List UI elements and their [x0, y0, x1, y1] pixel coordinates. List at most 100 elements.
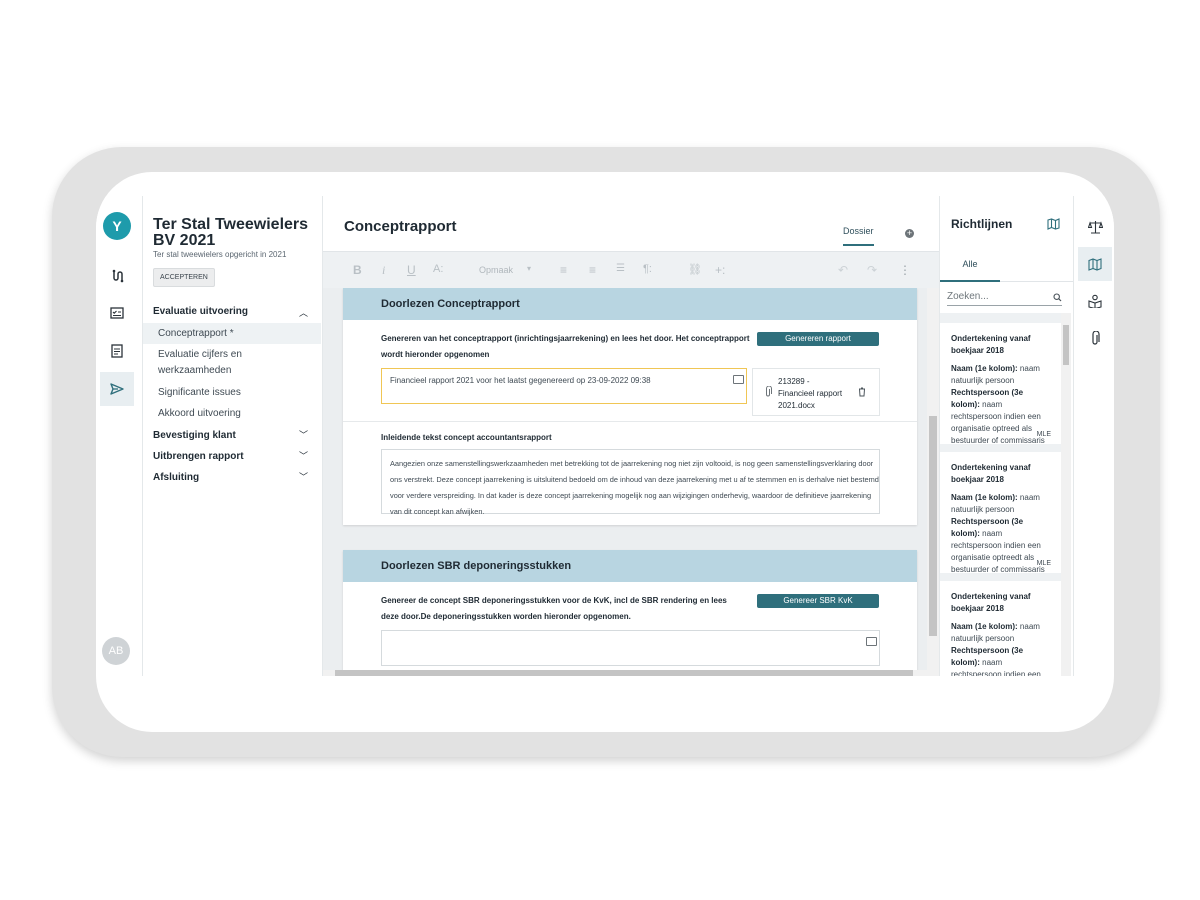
guidelines-scrollbar[interactable] — [1061, 313, 1071, 676]
chevron-up-icon[interactable]: ︿ — [299, 306, 308, 319]
app-window: Y AB Ter Stal Tweewielers BV 2021 Ter st… — [96, 196, 1114, 676]
scale-icon — [1087, 221, 1103, 234]
comment-icon[interactable] — [866, 637, 877, 646]
font-size-button[interactable]: A: — [433, 263, 443, 275]
list-button[interactable]: ☰ — [616, 263, 625, 274]
main-panel: Conceptrapport Dossier + B i U A: Opmaak… — [323, 196, 939, 676]
report-status-text: Financieel rapport 2021 voor het laatst … — [390, 376, 651, 385]
guidelines-tabs: Alle — [940, 251, 1073, 282]
insert-button[interactable]: +: — [715, 263, 725, 277]
guideline-label: Naam (1e kolom): — [951, 622, 1018, 631]
italic-button[interactable]: i — [382, 263, 385, 278]
nav-item-significante-issues[interactable]: Significante issues — [158, 385, 241, 401]
guideline-label: Naam (1e kolom): — [951, 493, 1018, 502]
page-title: Conceptrapport — [344, 218, 457, 235]
accept-button[interactable]: ACCEPTEREN — [153, 268, 215, 287]
more-button[interactable]: ⋮ — [899, 263, 911, 277]
trash-icon[interactable] — [858, 387, 866, 397]
nav-item-evaluatie-cijfers[interactable]: Evaluatie cijfers en werkzaamheden — [158, 347, 253, 379]
scale-button[interactable] — [1078, 210, 1112, 244]
generate-report-button[interactable]: Genereren rapport — [757, 332, 879, 346]
book-user-button[interactable] — [1078, 284, 1112, 318]
card-sbr-deponering: Doorlezen SBR deponeringsstukken Generee… — [343, 550, 917, 670]
report-status-field[interactable]: Financieel rapport 2021 voor het laatst … — [381, 368, 747, 404]
book-user-icon — [1088, 294, 1102, 308]
chevron-down-icon[interactable]: ﹀ — [299, 449, 308, 462]
nav-item-conceptrapport[interactable]: Conceptrapport * — [158, 326, 234, 342]
guideline-card[interactable]: Ondertekening vanaf boekjaar 2018 Naam (… — [940, 581, 1061, 676]
sbr-status-field[interactable] — [381, 630, 880, 666]
undo-button[interactable]: ↶ — [838, 263, 848, 277]
right-icon-rail — [1073, 196, 1114, 676]
map-icon[interactable] — [1047, 218, 1060, 230]
scrollbar-thumb[interactable] — [929, 416, 937, 636]
divider — [343, 421, 917, 422]
format-dropdown[interactable]: Opmaak — [479, 265, 513, 275]
file-name: 213289 - Financieel rapport 2021.docx — [778, 377, 843, 410]
redo-button[interactable]: ↷ — [867, 263, 877, 277]
paragraph-button[interactable]: ¶: — [643, 263, 652, 275]
guideline-title: Ondertekening vanaf boekjaar 2018 — [951, 334, 1031, 355]
nav-item-akkoord-uitvoering[interactable]: Akkoord uitvoering — [158, 406, 241, 422]
generate-sbr-button[interactable]: Genereer SBR KvK — [757, 594, 879, 608]
send-button[interactable] — [100, 372, 134, 406]
chevron-down-icon[interactable]: ▾ — [527, 264, 531, 273]
editor-toolbar: B i U A: Opmaak ▾ ≡ ≡ ☰ ¶: ⛓ +: ↶ ↷ ⋮ — [323, 251, 939, 289]
send-icon — [110, 383, 124, 395]
horizontal-scrollbar[interactable] — [323, 670, 939, 676]
nav-section-evaluatie-uitvoering[interactable]: Evaluatie uitvoering — [153, 306, 248, 317]
comment-icon[interactable] — [733, 375, 744, 384]
card-header: Doorlezen Conceptrapport — [343, 288, 917, 320]
workflow-icon — [112, 269, 124, 283]
vertical-scrollbar[interactable] — [927, 288, 939, 670]
search-icon[interactable] — [1053, 293, 1062, 302]
left-icon-rail: Y AB — [96, 196, 143, 676]
chevron-down-icon[interactable]: ﹀ — [299, 428, 308, 441]
guideline-card[interactable]: Ondertekening vanaf boekjaar 2018 Naam (… — [940, 452, 1061, 574]
scrollbar-thumb[interactable] — [1063, 325, 1069, 365]
workflow-button[interactable] — [100, 259, 134, 293]
guideline-title: Ondertekening vanaf boekjaar 2018 — [951, 463, 1031, 484]
map-icon — [1088, 257, 1102, 271]
engagement-nav: Ter Stal Tweewielers BV 2021 Ter stal tw… — [143, 196, 323, 676]
attachments-button[interactable] — [1078, 321, 1112, 355]
document-icon — [111, 344, 123, 358]
guideline-tag: MLE — [1036, 560, 1051, 567]
guideline-label: Naam (1e kolom): — [951, 364, 1018, 373]
guidelines-search-input[interactable]: Zoeken... — [947, 291, 1062, 306]
guidelines-list: Ondertekening vanaf boekjaar 2018 Naam (… — [940, 313, 1061, 676]
chevron-down-icon[interactable]: ﹀ — [299, 470, 308, 483]
intro-text: Aangezien onze samenstellingswerkzaamhed… — [390, 459, 879, 516]
link-button[interactable]: ⛓ — [688, 263, 702, 276]
document-button[interactable] — [100, 334, 134, 368]
intro-textarea[interactable]: Aangezien onze samenstellingswerkzaamhed… — [381, 449, 880, 516]
guideline-body: Naam (1e kolom): naam natuurlijk persoon… — [951, 621, 1051, 676]
tab-dossier[interactable]: Dossier — [843, 226, 874, 246]
card-header: Doorlezen SBR deponeringsstukken — [343, 550, 917, 582]
checklist-icon — [110, 307, 124, 319]
client-subtitle: Ter stal tweewielers opgericht in 2021 — [153, 250, 287, 259]
underline-button[interactable]: U — [407, 263, 416, 277]
nav-section-uitbrengen-rapport[interactable]: Uitbrengen rapport — [153, 451, 244, 462]
card-description: Genereren van het conceptrapport (inrich… — [381, 334, 750, 359]
bold-button[interactable]: B — [353, 263, 362, 277]
tab-alle[interactable]: Alle — [940, 251, 1000, 282]
client-title: Ter Stal Tweewielers BV 2021 — [153, 216, 309, 249]
intro-label: Inleidende tekst concept accountantsrapp… — [381, 433, 552, 442]
guideline-tag: MLE — [1036, 431, 1051, 438]
align-center-button[interactable]: ≡ — [589, 263, 596, 277]
card-description: Genereer de concept SBR deponeringsstukk… — [381, 596, 727, 621]
file-attachment[interactable]: 213289 - Financieel rapport 2021.docx — [752, 368, 880, 416]
add-tab-icon[interactable]: + — [905, 229, 914, 238]
nav-section-afsluiting[interactable]: Afsluiting — [153, 472, 199, 483]
guideline-title: Ondertekening vanaf boekjaar 2018 — [951, 592, 1031, 613]
checklist-button[interactable] — [100, 296, 134, 330]
guidelines-title: Richtlijnen — [951, 217, 1013, 231]
align-left-button[interactable]: ≡ — [560, 263, 567, 277]
guideline-card[interactable]: Ondertekening vanaf boekjaar 2018 Naam (… — [940, 323, 1061, 445]
map-button[interactable] — [1078, 247, 1112, 281]
user-avatar[interactable]: AB — [102, 637, 130, 665]
scrollbar-thumb[interactable] — [335, 670, 913, 676]
app-logo[interactable]: Y — [103, 212, 131, 240]
nav-section-bevestiging-klant[interactable]: Bevestiging klant — [153, 430, 236, 441]
